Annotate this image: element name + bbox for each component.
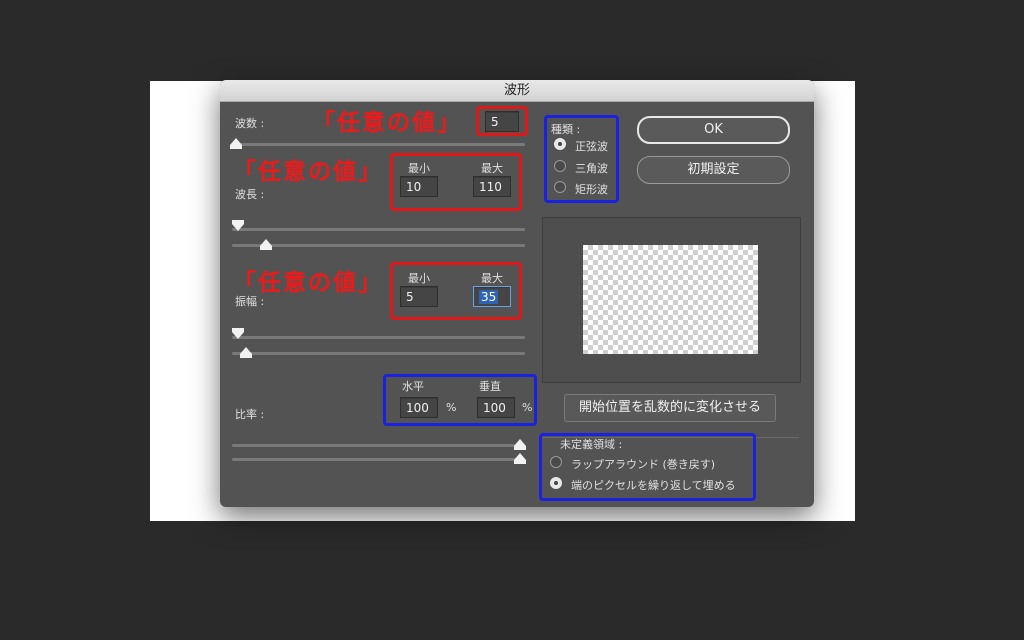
annotation-blue-box-type [544, 115, 619, 203]
scale-vertical-slider-thumb[interactable] [514, 453, 526, 464]
dialog-title: 波形 [220, 80, 814, 102]
annotation-text-wavelength: 「任意の値」 [233, 159, 383, 185]
wavelength-min-slider-track[interactable] [232, 244, 525, 247]
annotation-text-generators: 「任意の値」 [312, 110, 462, 136]
scale-label: 比率 : [235, 408, 265, 421]
annotation-red-box-amplitude [390, 262, 522, 320]
wavelength-max-slider-thumb[interactable] [232, 220, 244, 231]
scale-horizontal-slider-thumb[interactable] [514, 439, 526, 450]
amplitude-max-slider-thumb[interactable] [232, 328, 244, 339]
randomize-button[interactable]: 開始位置を乱数的に変化させる [564, 394, 776, 422]
ok-button[interactable]: OK [637, 116, 790, 144]
annotation-red-box-wavelength [390, 153, 522, 211]
scale-vertical-slider-track[interactable] [232, 458, 525, 461]
wavelength-label: 波長 : [235, 188, 265, 201]
wavelength-min-slider-thumb[interactable] [260, 239, 272, 250]
preview-image [583, 245, 758, 354]
amplitude-min-slider-thumb[interactable] [240, 347, 252, 358]
annotation-blue-box-undefined-areas [539, 433, 756, 501]
amplitude-max-slider-track[interactable] [232, 336, 525, 339]
annotation-blue-box-scale [383, 374, 537, 426]
generators-label: 波数 : [235, 117, 265, 130]
generators-slider-track[interactable] [232, 143, 525, 146]
amplitude-min-slider-track[interactable] [232, 352, 525, 355]
scale-horizontal-slider-track[interactable] [232, 444, 525, 447]
annotation-red-box-generators [476, 106, 528, 136]
generators-slider-thumb[interactable] [230, 138, 242, 149]
annotation-text-amplitude: 「任意の値」 [233, 270, 383, 296]
defaults-button[interactable]: 初期設定 [637, 156, 790, 184]
wavelength-max-slider-track[interactable] [232, 228, 525, 231]
